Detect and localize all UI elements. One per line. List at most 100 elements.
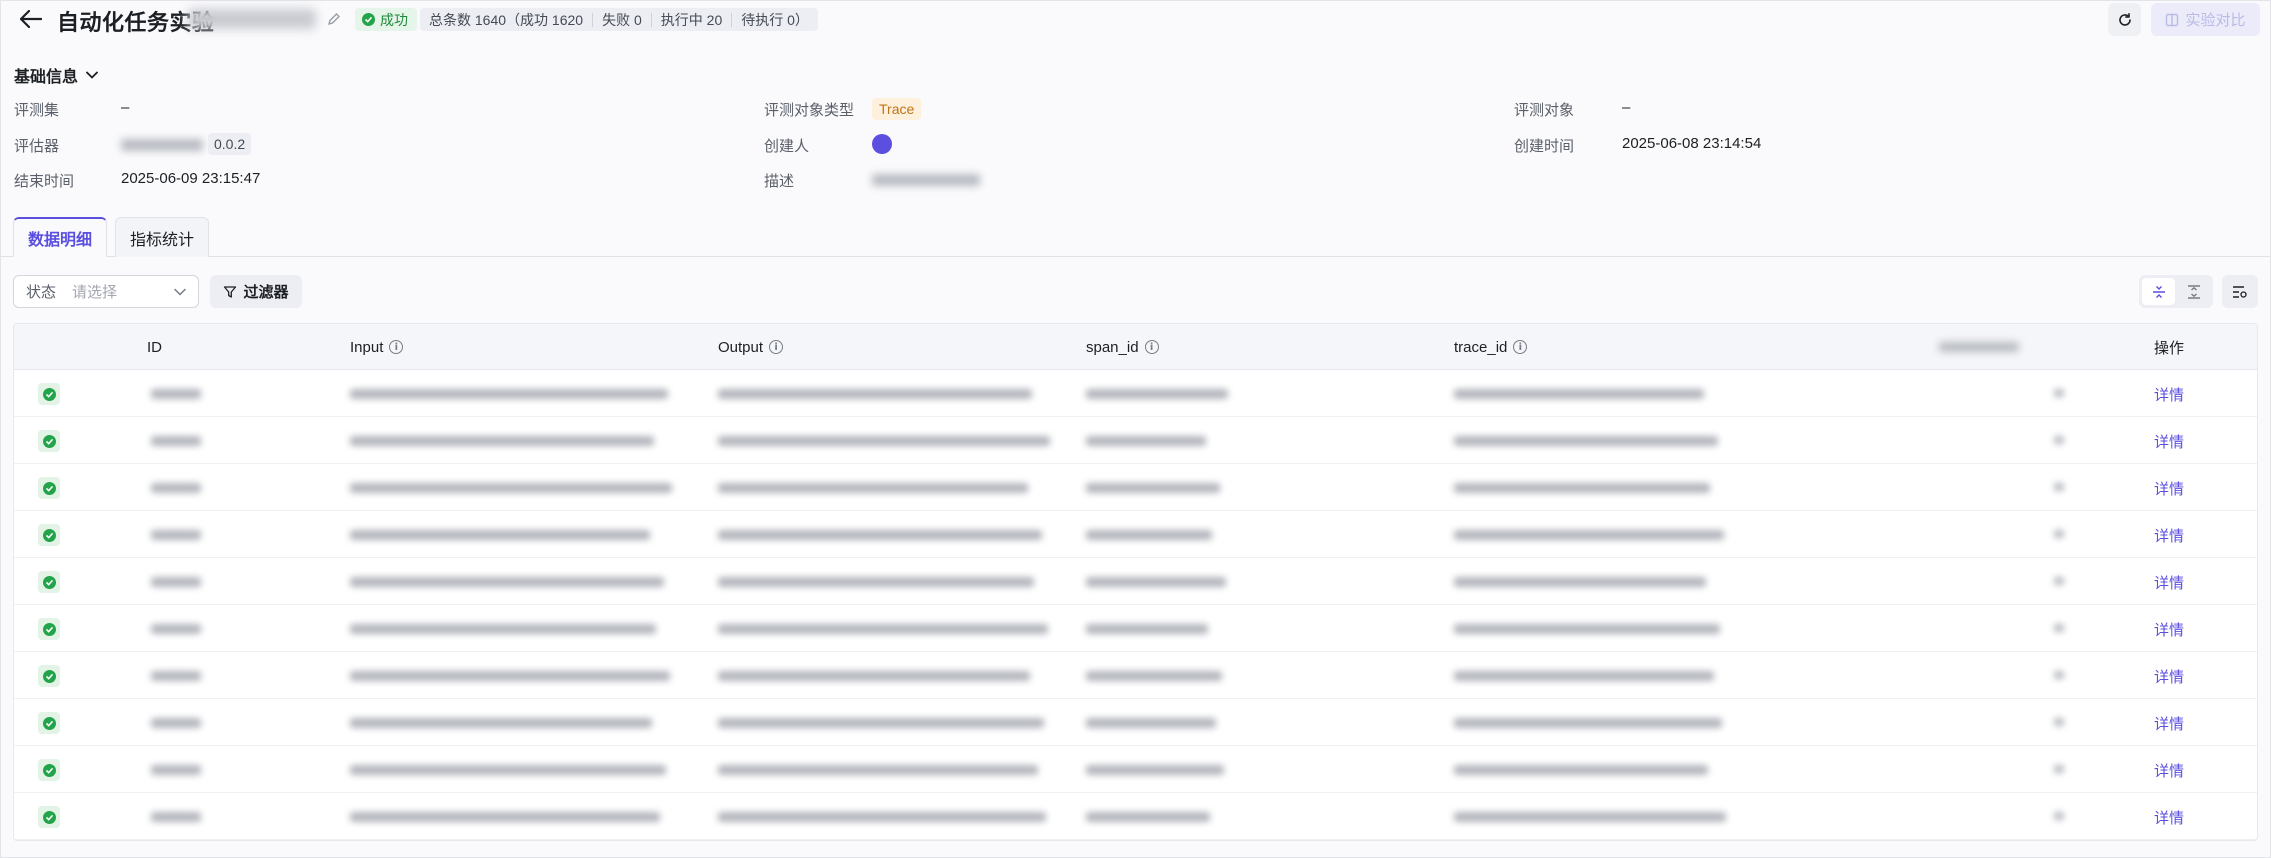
redacted-score bbox=[2054, 483, 2064, 491]
column-header-output[interactable]: Output i bbox=[718, 324, 784, 370]
redacted-score bbox=[2054, 765, 2064, 773]
filter-button[interactable]: 过滤器 bbox=[210, 275, 302, 308]
redacted-cell bbox=[1086, 718, 1216, 728]
redacted-cell bbox=[718, 389, 1032, 399]
target-type-label: 评测对象类型 bbox=[764, 102, 855, 119]
basic-info-toggle[interactable]: 基础信息 bbox=[14, 63, 98, 87]
creator-label: 创建人 bbox=[764, 138, 810, 155]
table-row[interactable]: 详情 bbox=[14, 558, 2257, 605]
redacted-cell bbox=[718, 530, 1042, 540]
redacted-score bbox=[2054, 812, 2064, 820]
status-text: 成功 bbox=[380, 11, 408, 28]
expanded-view-icon[interactable] bbox=[2177, 278, 2210, 305]
redacted-cell bbox=[151, 812, 201, 822]
description-redacted bbox=[872, 174, 980, 186]
back-arrow-icon[interactable] bbox=[17, 5, 45, 33]
table-row[interactable]: 详情 bbox=[14, 370, 2257, 417]
table-row[interactable]: 详情 bbox=[14, 417, 2257, 464]
table-row[interactable]: 详情 bbox=[14, 746, 2257, 793]
description-label: 描述 bbox=[764, 173, 795, 190]
column-settings-button[interactable] bbox=[2222, 275, 2258, 308]
redacted-cell bbox=[718, 483, 1028, 493]
redacted-cell bbox=[1086, 812, 1210, 822]
table-row[interactable]: 详情 bbox=[14, 605, 2257, 652]
table-row[interactable]: 详情 bbox=[14, 793, 2257, 840]
basic-info-title: 基础信息 bbox=[14, 69, 79, 86]
redacted-cell bbox=[1454, 718, 1722, 728]
redacted-cell bbox=[151, 671, 201, 681]
info-icon[interactable]: i bbox=[1513, 340, 1528, 354]
redacted-cell bbox=[350, 812, 660, 822]
row-status-success-icon bbox=[38, 665, 60, 687]
tab-divider bbox=[1, 256, 2270, 257]
table-header: ID Input i Output i span_id i trace_id i 操作 bbox=[14, 324, 2257, 370]
row-detail-link[interactable]: 详情 bbox=[2154, 713, 2184, 734]
column-header-trace-id[interactable]: trace_id i bbox=[1454, 324, 1528, 370]
redacted-cell bbox=[718, 624, 1048, 634]
row-detail-link[interactable]: 详情 bbox=[2154, 760, 2184, 781]
filter-button-label: 过滤器 bbox=[243, 284, 289, 301]
eval-set-label: 评测集 bbox=[14, 102, 60, 119]
redacted-cell bbox=[1454, 812, 1726, 822]
info-icon[interactable]: i bbox=[389, 340, 404, 354]
table-row[interactable]: 详情 bbox=[14, 511, 2257, 558]
redacted-cell bbox=[350, 436, 654, 446]
redacted-score bbox=[2054, 436, 2064, 444]
redacted-cell bbox=[1086, 624, 1208, 634]
redacted-cell bbox=[350, 624, 656, 634]
row-detail-link[interactable]: 详情 bbox=[2154, 525, 2184, 546]
redacted-cell bbox=[1454, 671, 1714, 681]
tab-bar: 数据明细 指标统计 bbox=[13, 217, 210, 257]
created-time-value: 2025-06-08 23:14:54 bbox=[1622, 135, 1762, 152]
row-status-success-icon bbox=[38, 524, 60, 546]
compare-button[interactable]: 实验对比 bbox=[2151, 3, 2260, 36]
table-row[interactable]: 详情 bbox=[14, 464, 2257, 511]
redacted-cell bbox=[718, 436, 1050, 446]
row-detail-link[interactable]: 详情 bbox=[2154, 572, 2184, 593]
column-action-label: 操作 bbox=[2154, 339, 2185, 357]
redacted-cell bbox=[1454, 483, 1710, 493]
column-header-id[interactable]: ID bbox=[147, 324, 162, 370]
evaluator-label: 评估器 bbox=[14, 138, 60, 155]
row-detail-link[interactable]: 详情 bbox=[2154, 807, 2184, 828]
redacted-cell bbox=[350, 530, 650, 540]
row-status-success-icon bbox=[38, 618, 60, 640]
title-suffix-redacted bbox=[188, 9, 316, 29]
avatar bbox=[872, 134, 892, 154]
status-select[interactable]: 状态 请选择 bbox=[13, 275, 199, 308]
status-badge: 成功 bbox=[355, 8, 417, 31]
column-settings-icon bbox=[2233, 285, 2247, 298]
row-detail-link[interactable]: 详情 bbox=[2154, 666, 2184, 687]
redacted-cell bbox=[151, 389, 201, 399]
refresh-button[interactable] bbox=[2108, 3, 2141, 36]
created-time-label: 创建时间 bbox=[1514, 138, 1575, 155]
tab-data-details[interactable]: 数据明细 bbox=[13, 217, 108, 257]
end-time-value: 2025-06-09 23:15:47 bbox=[121, 170, 261, 187]
info-icon[interactable]: i bbox=[1144, 340, 1159, 354]
redacted-cell bbox=[718, 812, 1046, 822]
row-detail-link[interactable]: 详情 bbox=[2154, 431, 2184, 452]
info-icon[interactable]: i bbox=[769, 340, 784, 354]
redacted-cell bbox=[350, 765, 666, 775]
redacted-cell bbox=[350, 671, 670, 681]
compact-view-icon[interactable] bbox=[2142, 278, 2175, 305]
column-header-span-id[interactable]: span_id i bbox=[1086, 324, 1159, 370]
row-status-success-icon bbox=[38, 430, 60, 452]
column-header-input[interactable]: Input i bbox=[350, 324, 404, 370]
row-detail-link[interactable]: 详情 bbox=[2154, 619, 2184, 640]
edit-icon[interactable] bbox=[325, 10, 343, 28]
page-header: 自动化任务实验 成功 总条数 1640（成功 1620 失败 0 执行中 20 … bbox=[1, 1, 2270, 37]
row-detail-link[interactable]: 详情 bbox=[2154, 384, 2184, 405]
target-type-tag: Trace bbox=[872, 98, 922, 120]
redacted-score bbox=[2054, 718, 2064, 726]
redacted-cell bbox=[1454, 624, 1720, 634]
redacted-cell bbox=[1454, 577, 1706, 587]
table-row[interactable]: 详情 bbox=[14, 699, 2257, 746]
tab-metric-stats[interactable]: 指标统计 bbox=[115, 217, 210, 257]
stat-total: 总条数 1640（成功 1620 bbox=[420, 12, 594, 27]
execution-stats: 总条数 1640（成功 1620 失败 0 执行中 20 待执行 0） bbox=[420, 8, 818, 31]
table-row[interactable]: 详情 bbox=[14, 652, 2257, 699]
redacted-score bbox=[2054, 624, 2064, 632]
row-detail-link[interactable]: 详情 bbox=[2154, 478, 2184, 499]
compare-icon bbox=[2166, 13, 2179, 26]
